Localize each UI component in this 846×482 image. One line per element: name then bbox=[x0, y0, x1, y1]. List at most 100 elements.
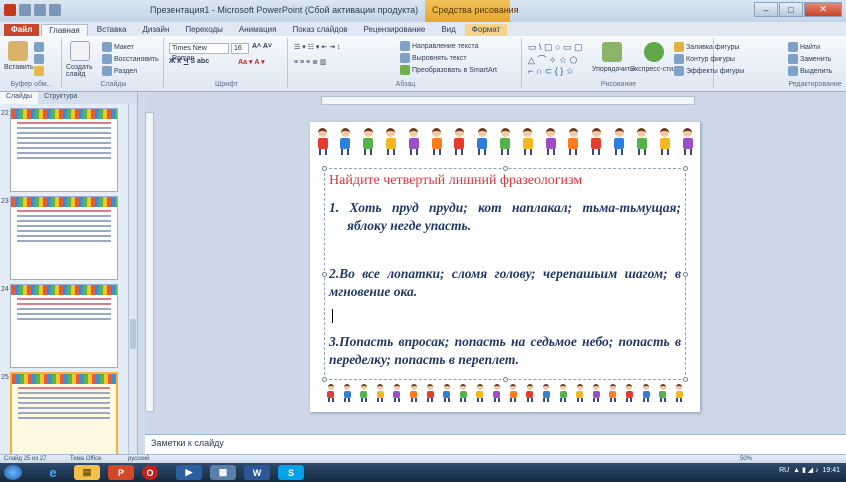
child-figure bbox=[359, 384, 368, 414]
align-text-button[interactable]: Выровнять текст bbox=[400, 53, 467, 63]
opera-icon[interactable]: O bbox=[142, 465, 158, 480]
context-tab-label: Средства рисования bbox=[432, 5, 519, 15]
shape-effects-button[interactable]: Эффекты фигуры bbox=[674, 66, 744, 76]
title-bar: Презентация1 - Microsoft PowerPoint (Сбо… bbox=[0, 0, 846, 22]
arrange-button[interactable]: Упорядочить bbox=[592, 66, 634, 73]
copy-icon[interactable] bbox=[34, 54, 46, 64]
font-size-field[interactable]: 16 bbox=[231, 43, 249, 54]
editing-group-label: Редактирование bbox=[788, 81, 842, 88]
media-icon[interactable]: ▶ bbox=[176, 465, 202, 480]
child-figure bbox=[476, 128, 489, 158]
tab-design[interactable]: Дизайн bbox=[135, 24, 176, 36]
skype-icon[interactable]: S bbox=[278, 465, 304, 480]
quick-access-toolbar bbox=[4, 4, 61, 16]
child-figure bbox=[635, 128, 648, 158]
minimize-button[interactable]: – bbox=[754, 2, 778, 17]
shape-fill-button[interactable]: Заливка фигуры bbox=[674, 42, 739, 52]
system-tray: RU ▲ ▮ ◢ ♪ 19:41 bbox=[779, 467, 840, 474]
font-color-button[interactable]: Аа ▾ A ▾ bbox=[238, 58, 265, 66]
slide-thumbnail-selected[interactable] bbox=[10, 372, 118, 456]
align-buttons[interactable]: ≡ ≡ ≡ ≣ ▥ bbox=[294, 58, 327, 66]
paste-button[interactable]: Вставить bbox=[4, 64, 34, 71]
slides-group: Создать слайд Макет Восстановить Раздел … bbox=[64, 38, 164, 88]
tab-insert[interactable]: Вставка bbox=[90, 24, 134, 36]
bold-button[interactable]: Ж К Ч S abc bbox=[169, 58, 209, 65]
text-direction-button[interactable]: Направление текста bbox=[400, 41, 478, 51]
slide-thumbnail[interactable] bbox=[10, 284, 118, 368]
tab-format[interactable]: Формат bbox=[464, 24, 508, 36]
explorer-icon[interactable]: ▤ bbox=[74, 465, 100, 480]
tab-view[interactable]: Вид bbox=[434, 24, 462, 36]
tab-slides[interactable]: Слайды bbox=[0, 92, 39, 104]
quick-styles-icon[interactable] bbox=[644, 42, 664, 62]
grow-font-button[interactable]: A˄ A˅ bbox=[252, 43, 272, 50]
powerpoint-logo-icon bbox=[4, 4, 16, 16]
child-figure bbox=[384, 128, 397, 158]
child-figure bbox=[326, 384, 335, 414]
text-box[interactable]: Найдите четвертый лишний фразеологизм 1.… bbox=[322, 166, 688, 382]
arrange-icon[interactable] bbox=[602, 42, 622, 62]
select-button[interactable]: Выделить bbox=[788, 66, 832, 76]
font-group: Times New Roman 16 A˄ A˅ Ж К Ч S abc Аа … bbox=[166, 38, 288, 88]
child-figure bbox=[362, 128, 375, 158]
format-painter-icon[interactable] bbox=[34, 66, 46, 76]
thumbnails-scrollbar[interactable] bbox=[128, 104, 137, 454]
tab-home[interactable]: Главная bbox=[41, 24, 88, 36]
section-button[interactable]: Раздел bbox=[102, 66, 137, 76]
new-slide-icon[interactable] bbox=[70, 41, 90, 61]
new-slide-button[interactable]: Создать слайд bbox=[66, 64, 100, 78]
close-button[interactable]: ✕ bbox=[804, 2, 842, 17]
layout-button[interactable]: Макет bbox=[102, 42, 134, 52]
ie-icon[interactable]: e bbox=[40, 465, 66, 480]
zoom-level[interactable]: 50% bbox=[740, 456, 752, 462]
slide-number: 22 bbox=[1, 110, 9, 117]
undo-icon[interactable] bbox=[34, 4, 46, 16]
slide-title: Найдите четвертый лишний фразеологизм bbox=[329, 173, 583, 188]
shapes-gallery[interactable]: ▭ \ ▢ ○ ▭ ▢ △ ⌒ ✧ ☆ ⬠ ⌐ ∩ ⊂ { } ☆ bbox=[528, 42, 582, 77]
tab-review[interactable]: Рецензирование bbox=[357, 24, 433, 36]
child-figure bbox=[642, 384, 651, 414]
replace-button[interactable]: Заменить bbox=[788, 54, 831, 64]
tab-animations[interactable]: Анимация bbox=[232, 24, 284, 36]
child-figure bbox=[430, 128, 443, 158]
slides-group-label: Слайды bbox=[100, 81, 127, 88]
child-figure bbox=[316, 128, 329, 158]
tab-file[interactable]: Файл bbox=[4, 24, 40, 36]
slide-thumbnail[interactable] bbox=[10, 108, 118, 192]
save-icon[interactable] bbox=[19, 4, 31, 16]
cut-icon[interactable] bbox=[34, 42, 46, 52]
slide-item-3: 3.Попасть впросак; попасть на седьмое не… bbox=[329, 334, 681, 367]
drawing-group: ▭ \ ▢ ○ ▭ ▢ △ ⌒ ✧ ☆ ⬠ ⌐ ∩ ⊂ { } ☆ Упорядоч… bbox=[524, 38, 744, 88]
word-icon[interactable]: W bbox=[244, 465, 270, 480]
find-button[interactable]: Найти bbox=[788, 42, 820, 52]
child-figure bbox=[442, 384, 451, 414]
child-figure bbox=[567, 128, 580, 158]
shape-outline-button[interactable]: Контур фигуры bbox=[674, 54, 735, 64]
font-name-field[interactable]: Times New Roman bbox=[169, 43, 229, 62]
app-icon[interactable]: ▦ bbox=[210, 465, 236, 480]
powerpoint-taskbar-icon[interactable]: P bbox=[108, 465, 134, 480]
language-tray[interactable]: RU bbox=[779, 467, 789, 474]
child-figure bbox=[492, 384, 501, 414]
child-figure bbox=[407, 128, 420, 158]
language-indicator[interactable]: русский bbox=[128, 456, 150, 462]
child-figure bbox=[658, 128, 671, 158]
slide-thumbnail[interactable] bbox=[10, 196, 118, 280]
bullets-button[interactable]: ☰ ▾ ☷ ▾ ⇤ ⇥ ↕ bbox=[294, 43, 340, 51]
slide-item-1: 1. Хоть пруд пруди; кот наплакал; тьма-т… bbox=[329, 200, 681, 233]
redo-icon[interactable] bbox=[49, 4, 61, 16]
child-figure bbox=[675, 384, 684, 414]
reset-button[interactable]: Восстановить bbox=[102, 54, 159, 64]
start-button[interactable] bbox=[4, 465, 22, 480]
slide-item-2: 2.Во все лопатки; сломя голову; черепашь… bbox=[329, 266, 681, 299]
tab-outline[interactable]: Структура bbox=[38, 92, 83, 104]
bottom-children-border bbox=[326, 384, 684, 414]
notes-pane[interactable]: Заметки к слайду bbox=[145, 434, 846, 454]
clock[interactable]: 19:41 bbox=[822, 467, 840, 474]
tab-transitions[interactable]: Переходы bbox=[178, 24, 230, 36]
tab-slideshow[interactable]: Показ слайдов bbox=[285, 24, 354, 36]
maximize-button[interactable]: □ bbox=[779, 2, 803, 17]
slide-canvas[interactable]: Найдите четвертый лишний фразеологизм 1.… bbox=[310, 122, 700, 412]
paste-icon[interactable] bbox=[8, 41, 28, 61]
smartart-button[interactable]: Преобразовать в SmartArt bbox=[400, 65, 497, 75]
